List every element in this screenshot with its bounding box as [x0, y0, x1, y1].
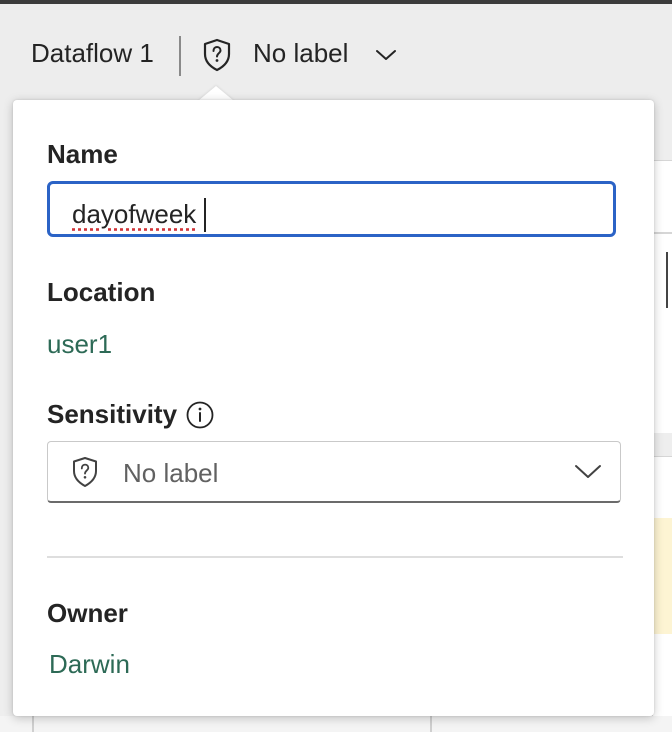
- sensitivity-label-button[interactable]: No label: [253, 37, 348, 69]
- text-caret: [204, 198, 206, 232]
- name-input-value[interactable]: dayofweek: [72, 199, 196, 229]
- sensitivity-selected-value: No label: [123, 458, 219, 488]
- info-icon[interactable]: [185, 400, 215, 430]
- location-value[interactable]: user1: [47, 328, 112, 360]
- name-label: Name: [47, 139, 118, 169]
- owner-value[interactable]: Darwin: [49, 648, 130, 680]
- shield-question-icon[interactable]: [201, 38, 233, 72]
- background-divider: [652, 232, 672, 234]
- shield-question-icon: [73, 457, 97, 487]
- background-divider-vertical: [666, 252, 668, 308]
- background-footer: [0, 716, 672, 732]
- flyout-beak: [198, 86, 234, 101]
- section-divider: [47, 556, 623, 558]
- header-divider: [179, 36, 181, 76]
- owner-label: Owner: [47, 598, 128, 628]
- sensitivity-dropdown[interactable]: No label: [47, 441, 621, 503]
- header-bar: Dataflow 1 No label: [0, 4, 672, 100]
- background-panel: [652, 160, 672, 433]
- dataflow-title[interactable]: Dataflow 1: [31, 37, 154, 69]
- sensitivity-label: Sensitivity: [47, 399, 178, 429]
- location-label: Location: [47, 277, 156, 307]
- background-divider: [32, 716, 34, 732]
- chevron-down-icon: [575, 465, 601, 478]
- dataflow-properties-flyout: Name dayofweek Location user1 Sensitivit…: [13, 100, 654, 716]
- chevron-down-icon[interactable]: [375, 48, 397, 62]
- background-divider: [430, 716, 432, 732]
- background-notice: [652, 518, 672, 634]
